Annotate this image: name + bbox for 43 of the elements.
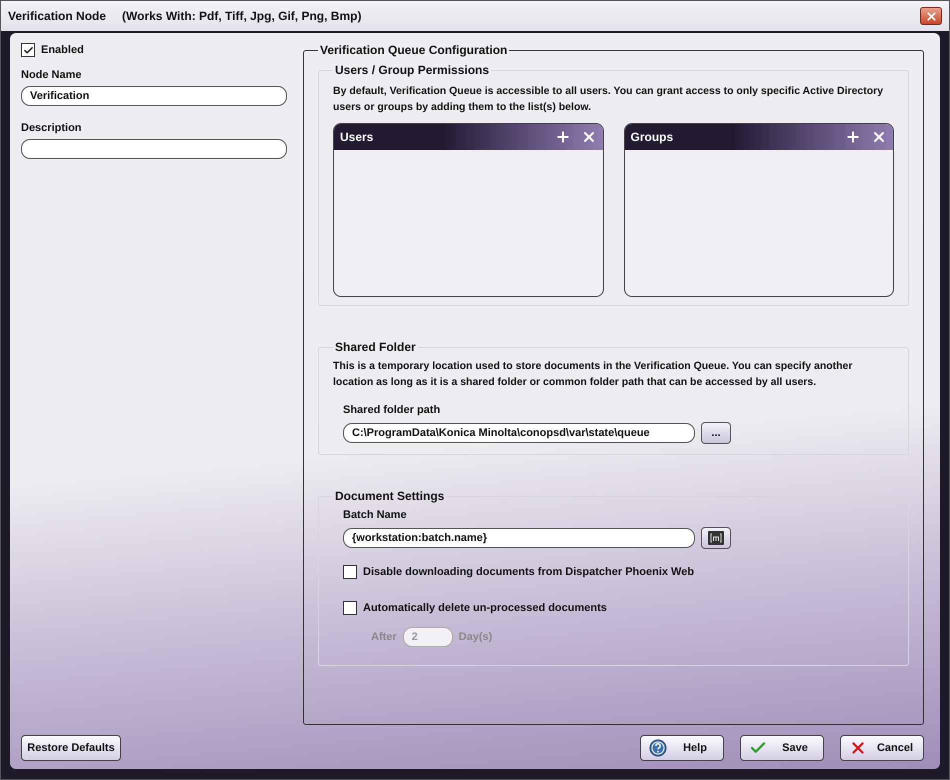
cancel-button[interactable]: Cancel: [840, 735, 924, 761]
section-description: This is a temporary location used to store documents in the Verification Queue. You can specify another location as long as it is a shared folder or common folder path that can be accessed by all users.: [333, 359, 854, 390]
variable-icon: [708, 531, 724, 545]
checkbox-label: Enabled: [41, 44, 84, 56]
checkbox[interactable]: [21, 43, 35, 57]
window-subtitle: (Works With: Pdf, Tiff, Jpg, Gif, Png, Bmp): [122, 9, 362, 23]
save-button[interactable]: Save: [740, 735, 824, 761]
node-name-field[interactable]: Verification: [21, 86, 287, 106]
checkbox-label: Disable downloading documents from Dispatcher Phoenix Web: [363, 566, 694, 578]
section-title: Users / Group Permissions: [334, 63, 490, 77]
browse-button[interactable]: ...: [701, 422, 731, 444]
plus-icon: [845, 129, 861, 145]
field-label: Batch Name: [343, 509, 408, 521]
section-title: Document Settings: [334, 489, 446, 503]
list-title: Users: [340, 130, 374, 144]
description-field[interactable]: [21, 139, 287, 159]
checkbox[interactable]: [343, 565, 357, 579]
section-title: Verification Queue Configuration: [319, 43, 508, 57]
field-label: Node Name: [21, 69, 83, 81]
window-title: Verification Node: [8, 9, 106, 23]
add-button[interactable]: [554, 129, 570, 145]
help-icon: [649, 739, 667, 757]
close-icon: [924, 10, 938, 22]
checkbox[interactable]: [343, 601, 357, 615]
restore-button[interactable]: Restore Defaults: [21, 735, 121, 761]
field-label: Shared folder path: [343, 404, 442, 416]
remove-button[interactable]: [871, 129, 887, 145]
close-button[interactable]: [920, 7, 942, 25]
days-unit-label: Day(s): [458, 631, 492, 643]
checkbox-label: Automatically delete un-processed documents: [363, 602, 607, 614]
shared-folder-field[interactable]: C:\ProgramData\Konica Minolta\conopsd\var\state\queue: [343, 423, 695, 443]
close-icon: [871, 129, 887, 145]
plus-icon: [554, 129, 570, 145]
section-title: Shared Folder: [334, 340, 417, 354]
checkmark-icon: [22, 44, 34, 56]
after-label: After: [371, 631, 397, 643]
field-label: Description: [21, 122, 83, 134]
section-description: By default, Verification Queue is accessible to all users. You can grant access to only specific Active Directory users or groups by adding them to the list(s) below.: [333, 84, 884, 115]
list-title: Groups: [630, 130, 674, 144]
add-button[interactable]: [845, 129, 861, 145]
batch-name-field[interactable]: {workstation:batch.name}: [343, 528, 695, 548]
help-button[interactable]: Help: [640, 735, 724, 761]
variable-button[interactable]: [701, 527, 731, 549]
